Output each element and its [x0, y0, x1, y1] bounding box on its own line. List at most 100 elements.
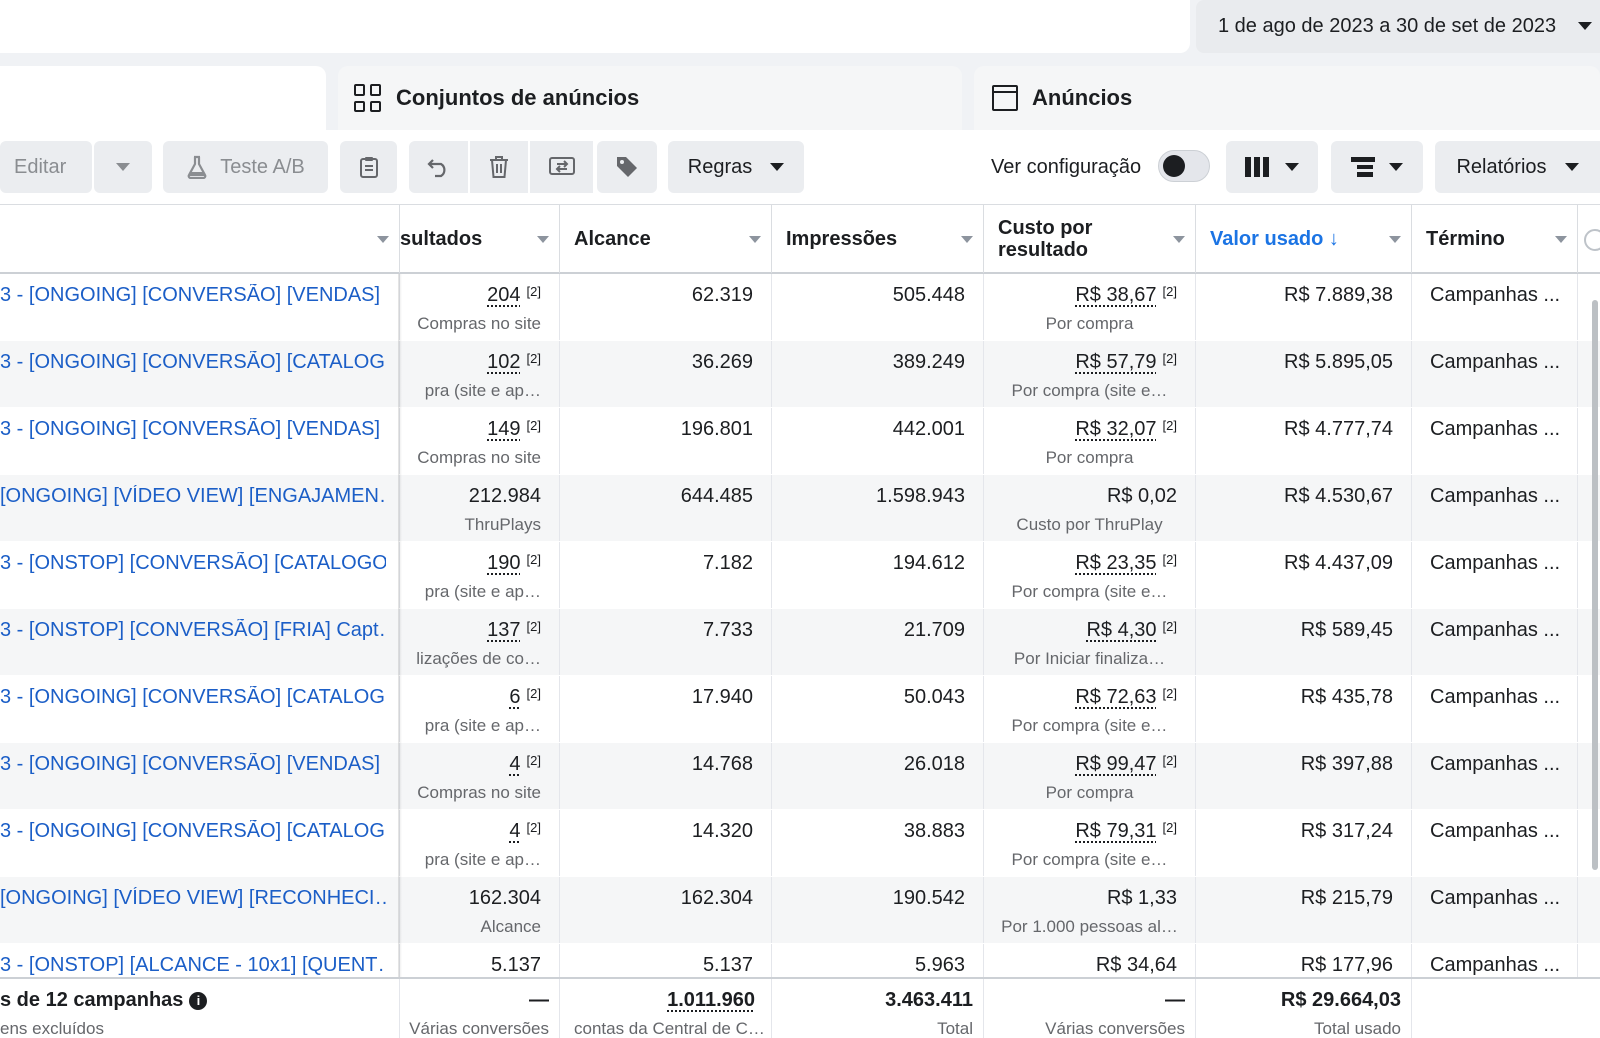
campaign-name-link[interactable]: [ONGOING] [VÍDEO VIEW] [ENGAJAMEN… — [0, 485, 386, 508]
cost-per-result-cell: R$ 23,35 [2] Por compra (site e… — [984, 542, 1196, 608]
vertical-scrollbar[interactable] — [1592, 300, 1598, 870]
reach-value: 644.485 — [680, 485, 753, 507]
amount-spent-value: R$ 4.437,09 — [1284, 552, 1393, 574]
table-row[interactable]: 3 - [ONGOING] [CONVERSÃO] [CATALOG… 6 [2]… — [0, 676, 1600, 742]
campaign-name-link[interactable]: 3 - [ONGOING] [CONVERSÃO] [CATALOG… — [0, 686, 386, 709]
table-row[interactable]: 3 - [ONGOING] [CONVERSÃO] [VENDAS] … 4 [2… — [0, 743, 1600, 809]
table-row[interactable]: 3 - [ONSTOP] [CONVERSÃO] [FRIA] Capt… 13… — [0, 609, 1600, 675]
cost-per-result-type: Por compra (site e… — [1011, 582, 1168, 601]
columns-button[interactable] — [1226, 141, 1318, 193]
table-row[interactable]: 3 - [ONGOING] [CONVERSÃO] [VENDAS] … 149… — [0, 408, 1600, 474]
undo-button[interactable] — [409, 141, 468, 193]
rules-button[interactable]: Regras — [668, 141, 804, 193]
campaigns-table: sultados Alcance Impressões Custo por re… — [0, 204, 1600, 1038]
col-header-amount-spent[interactable]: Valor usado ↓ — [1196, 205, 1412, 273]
table-row[interactable]: 3 - [ONGOING] [CONVERSÃO] [CATALOG… 102 [… — [0, 341, 1600, 407]
results-value: 149 [2] — [487, 418, 541, 441]
results-value: 4 [2] — [509, 820, 541, 843]
table-row[interactable]: [ONGOING] [VÍDEO VIEW] [RECONHECI… 162.3… — [0, 877, 1600, 943]
delete-button[interactable] — [470, 141, 528, 193]
results-type: pra (site e ap… — [424, 850, 541, 869]
cost-per-result-value: R$ 1,33 — [1107, 887, 1177, 910]
chevron-down-icon — [1564, 163, 1579, 171]
amount-spent-value: R$ 589,45 — [1300, 619, 1393, 641]
chevron-down-icon — [1389, 163, 1403, 171]
table-row[interactable]: 3 - [ONGOING] [CONVERSÃO] [CATALOG… 4 [2]… — [0, 810, 1600, 876]
campaign-name-cell: 3 - [ONGOING] [CONVERSÃO] [CATALOG… — [0, 676, 400, 742]
tab-ads-label: Anúncios — [1032, 85, 1133, 110]
date-range-picker[interactable]: 1 de ago de 2023 a 30 de set de 2023 — [1196, 0, 1600, 53]
campaign-name-cell: 3 - [ONGOING] [CONVERSÃO] [CATALOG… — [0, 810, 400, 876]
amount-spent-value: R$ 5.895,05 — [1284, 351, 1393, 373]
table-row[interactable]: [ONGOING] [VÍDEO VIEW] [ENGAJAMEN… 212.9… — [0, 475, 1600, 541]
footnote-marker: [2] — [526, 284, 541, 299]
impressions-cell: 194.612 — [772, 542, 984, 608]
tag-button[interactable] — [597, 141, 657, 193]
results-cell: 212.984 ThruPlays — [400, 475, 560, 541]
search-bar[interactable] — [0, 0, 1190, 53]
col-header-name[interactable] — [0, 205, 400, 273]
reach-cell: 14.768 — [560, 743, 772, 809]
campaign-name-link[interactable]: 3 - [ONSTOP] [CONVERSÃO] [FRIA] Capt… — [0, 619, 386, 642]
results-number: 149 — [487, 418, 521, 440]
col-header-reach[interactable]: Alcance — [560, 205, 772, 273]
cost-per-result-type: Por compra — [1045, 314, 1134, 333]
col-header-cost-per-result[interactable]: Custo por resultado — [984, 205, 1196, 273]
amount-spent-value: R$ 215,79 — [1300, 887, 1393, 909]
cost-per-result-value: R$ 79,31 [2] — [1075, 820, 1177, 843]
duplicate-button[interactable] — [340, 141, 397, 193]
ab-test-button[interactable]: Teste A/B — [163, 141, 328, 193]
footer-spent: R$ 29.664,03 Total usado — [1196, 979, 1412, 1038]
col-header-results[interactable]: sultados — [400, 205, 560, 273]
reach-cell: 62.319 — [560, 274, 772, 340]
col-results-label: sultados — [400, 228, 483, 250]
campaign-name-link[interactable]: 3 - [ONGOING] [CONVERSÃO] [CATALOG… — [0, 820, 386, 843]
reach-cell: 162.304 — [560, 877, 772, 943]
breakdown-button[interactable] — [1331, 141, 1423, 193]
campaign-name-link[interactable]: 3 - [ONGOING] [CONVERSÃO] [CATALOG… — [0, 351, 386, 374]
impressions-value: 50.043 — [903, 686, 965, 708]
export-button[interactable] — [530, 141, 593, 193]
table-row[interactable]: 3 - [ONGOING] [CONVERSÃO] [VENDAS] … 204… — [0, 274, 1600, 340]
export-icon — [548, 157, 575, 175]
campaign-name-link[interactable]: 3 - [ONSTOP] [CONVERSÃO] [CATALOGO… — [0, 552, 386, 575]
tab-adsets[interactable]: Conjuntos de anúncios — [338, 66, 962, 130]
info-icon[interactable]: i — [189, 992, 208, 1010]
amount-spent-cell: R$ 4.437,09 — [1196, 542, 1412, 608]
campaign-name-link[interactable]: 3 - [ONSTOP] [ALCANCE - 10x1] [QUENT… — [0, 954, 386, 977]
cost-per-result-value: R$ 57,79 [2] — [1075, 351, 1177, 374]
col-header-end[interactable]: Término — [1412, 205, 1578, 273]
campaign-name-link[interactable]: 3 - [ONGOING] [CONVERSÃO] [VENDAS] … — [0, 418, 386, 441]
footer-subtitle: ens excluídos — [0, 1019, 104, 1038]
reach-cell: 36.269 — [560, 341, 772, 407]
col-header-impressions[interactable]: Impressões — [772, 205, 984, 273]
footer-summary: s de 12 campanhas i ens excluídos — [0, 979, 400, 1038]
reports-button[interactable]: Relatórios — [1435, 141, 1600, 193]
amount-spent-cell: R$ 589,45 — [1196, 609, 1412, 675]
footnote-marker: [2] — [526, 418, 541, 433]
columns-icon — [1245, 157, 1269, 177]
cost-per-result-cell: R$ 4,30 [2] Por Iniciar finaliza… — [984, 609, 1196, 675]
footnote-marker: [2] — [1162, 619, 1177, 634]
amount-spent-cell: R$ 4.530,67 — [1196, 475, 1412, 541]
impressions-value: 505.448 — [892, 284, 965, 306]
results-value: 4 [2] — [509, 753, 541, 776]
tab-campaigns[interactable] — [0, 66, 326, 136]
add-column-icon[interactable] — [1584, 229, 1600, 251]
tab-ads[interactable]: Anúncios — [974, 66, 1600, 130]
campaign-name-link[interactable]: [ONGOING] [VÍDEO VIEW] [RECONHECI… — [0, 887, 386, 910]
campaign-name-link[interactable]: 3 - [ONGOING] [CONVERSÃO] [VENDAS] … — [0, 753, 386, 776]
footnote-marker: [2] — [526, 820, 541, 835]
edit-button[interactable]: Editar — [0, 141, 92, 193]
results-type: Compras no site — [417, 448, 541, 467]
campaign-name-link[interactable]: 3 - [ONGOING] [CONVERSÃO] [VENDAS] … — [0, 284, 386, 307]
view-config-toggle[interactable] — [1158, 150, 1210, 182]
end-cell: Campanhas ... — [1412, 475, 1578, 541]
col-spent-label: Valor usado ↓ — [1210, 228, 1339, 250]
footnote-marker: [2] — [1162, 686, 1177, 701]
reach-value: 196.801 — [680, 418, 753, 440]
edit-dropdown-button[interactable] — [94, 141, 152, 193]
table-row[interactable]: 3 - [ONSTOP] [CONVERSÃO] [CATALOGO… 190 [… — [0, 542, 1600, 608]
footnote-marker: [2] — [1162, 351, 1177, 366]
results-value: 204 [2] — [487, 284, 541, 307]
